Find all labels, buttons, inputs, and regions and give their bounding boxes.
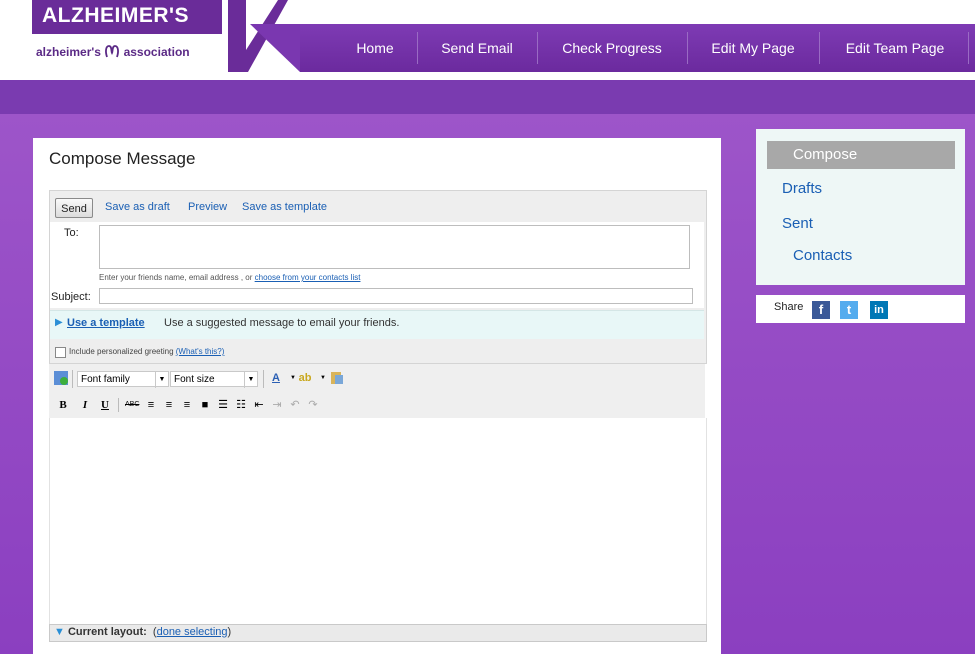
whats-this-link[interactable]: (What's this?): [176, 347, 225, 356]
highlight-color-icon[interactable]: ab: [298, 371, 312, 385]
sidebar-item-drafts[interactable]: Drafts: [756, 175, 944, 203]
dropdown-arrow-icon[interactable]: ▼: [316, 371, 330, 385]
nav-divider: [537, 32, 538, 64]
nav-send-email[interactable]: Send Email: [422, 24, 532, 72]
indent-icon[interactable]: ⇥: [270, 398, 284, 412]
send-button[interactable]: Send: [55, 198, 93, 218]
justify-icon[interactable]: ■: [198, 398, 212, 412]
font-size-select[interactable]: Font size ▼: [170, 371, 258, 388]
font-family-select[interactable]: Font family ▼: [77, 371, 169, 388]
choose-contacts-link[interactable]: choose from your contacts list: [255, 273, 361, 282]
sidebar-item-compose[interactable]: Compose: [767, 141, 955, 169]
site-header: ALZHEIMER'S alzheimer's association TM H…: [0, 0, 975, 80]
done-selecting-link[interactable]: done selecting: [157, 626, 228, 638]
to-field[interactable]: [99, 225, 690, 269]
nav-home[interactable]: Home: [340, 24, 410, 72]
align-left-icon[interactable]: ≡: [144, 398, 158, 412]
save-draft-link[interactable]: Save as draft: [105, 201, 170, 213]
main-nav: Home Send Email Check Progress Edit My P…: [250, 24, 975, 72]
subject-field[interactable]: [99, 288, 693, 304]
save-template-link[interactable]: Save as template: [242, 201, 327, 213]
facebook-icon[interactable]: f: [812, 301, 830, 319]
toolbar-divider: [118, 398, 119, 412]
share-label: Share: [774, 301, 804, 313]
message-editor[interactable]: [49, 418, 707, 625]
nav-divider: [687, 32, 688, 64]
template-description: Use a suggested message to email your fr…: [164, 317, 400, 329]
nav-divider: [417, 32, 418, 64]
collapse-arrow-icon[interactable]: ▼: [54, 626, 65, 638]
preview-link[interactable]: Preview: [188, 201, 227, 213]
italic-icon[interactable]: I: [78, 398, 92, 412]
nav-divider: [968, 32, 969, 64]
toolbar-divider: [72, 370, 73, 388]
bold-icon[interactable]: B: [56, 398, 70, 412]
logo-wordmark: ALZHEIMER'S: [42, 4, 189, 27]
use-template-link[interactable]: Use a template: [67, 317, 145, 329]
header-band: [0, 80, 975, 114]
purple-ribbon-icon: [104, 44, 120, 58]
sidebar-item-contacts[interactable]: Contacts: [767, 242, 955, 270]
underline-icon[interactable]: U: [98, 398, 112, 412]
undo-icon[interactable]: ↶: [288, 398, 302, 412]
numbered-list-icon[interactable]: ☷: [234, 398, 248, 412]
greeting-checkbox[interactable]: [55, 347, 66, 358]
text-color-icon[interactable]: A: [269, 371, 283, 385]
subject-label: Subject:: [51, 291, 91, 303]
align-right-icon[interactable]: ≡: [180, 398, 194, 412]
linkedin-icon[interactable]: in: [870, 301, 888, 319]
greeting-label: Include personalized greeting (What's th…: [69, 347, 225, 356]
twitter-icon[interactable]: t: [840, 301, 858, 319]
to-hint: Enter your friends name, email address ,…: [99, 273, 361, 282]
nav-edit-team-page[interactable]: Edit Team Page: [825, 24, 965, 72]
align-center-icon[interactable]: ≡: [162, 398, 176, 412]
nav-edit-my-page[interactable]: Edit My Page: [693, 24, 813, 72]
sidebar-item-sent[interactable]: Sent: [756, 210, 944, 238]
spellcheck-icon[interactable]: [54, 371, 68, 385]
strikethrough-icon[interactable]: ABC: [125, 398, 139, 412]
logo-subtitle: alzheimer's association: [36, 44, 190, 59]
dropdown-arrow-icon: ▼: [244, 372, 257, 388]
toolbar-divider: [263, 370, 264, 388]
page-title: Compose Message: [49, 149, 196, 168]
outdent-icon[interactable]: ⇤: [252, 398, 266, 412]
redo-icon[interactable]: ↷: [306, 398, 320, 412]
expand-arrow-icon[interactable]: ▶: [55, 317, 63, 328]
nav-divider: [819, 32, 820, 64]
paste-icon[interactable]: [330, 371, 344, 385]
bullet-list-icon[interactable]: ☰: [216, 398, 230, 412]
to-label: To:: [64, 227, 79, 239]
layout-status: ▼ Current layout: (done selecting): [54, 626, 232, 638]
nav-check-progress[interactable]: Check Progress: [543, 24, 681, 72]
dropdown-arrow-icon: ▼: [155, 372, 168, 388]
